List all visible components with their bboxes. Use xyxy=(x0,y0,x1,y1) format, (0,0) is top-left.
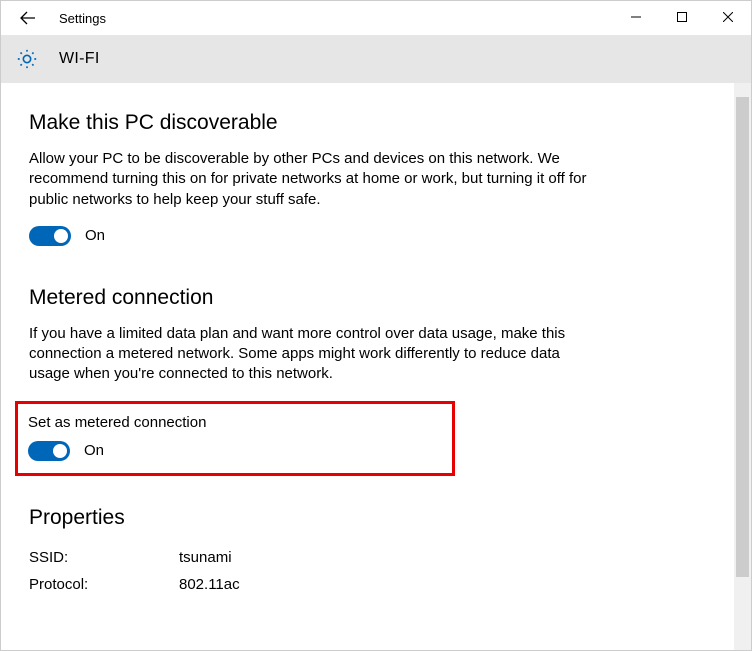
header-strip: WI-FI xyxy=(1,35,751,83)
content-area: Make this PC discoverable Allow your PC … xyxy=(1,83,751,650)
discoverable-heading: Make this PC discoverable xyxy=(29,111,591,135)
property-row-ssid: SSID: tsunami xyxy=(29,544,591,571)
window-title: Settings xyxy=(59,11,106,26)
metered-toggle[interactable] xyxy=(28,441,70,461)
scrollbar-track[interactable] xyxy=(734,83,751,650)
discoverable-toggle-label: On xyxy=(85,227,105,244)
close-icon xyxy=(723,12,733,22)
maximize-icon xyxy=(677,12,687,22)
properties-heading: Properties xyxy=(29,506,591,530)
metered-sublabel: Set as metered connection xyxy=(28,414,442,431)
back-arrow-icon xyxy=(20,10,36,26)
titlebar: Settings xyxy=(1,1,751,35)
discoverable-toggle-row: On xyxy=(29,226,591,246)
highlight-box: Set as metered connection On xyxy=(15,401,455,476)
metered-desc: If you have a limited data plan and want… xyxy=(29,324,591,385)
ssid-value: tsunami xyxy=(179,549,232,566)
window-controls xyxy=(613,1,751,33)
metered-toggle-label: On xyxy=(84,442,104,459)
close-button[interactable] xyxy=(705,1,751,33)
scrollbar-thumb[interactable] xyxy=(736,97,749,577)
property-row-protocol: Protocol: 802.11ac xyxy=(29,571,591,598)
maximize-button[interactable] xyxy=(659,1,705,33)
metered-toggle-row: On xyxy=(28,441,442,461)
protocol-value: 802.11ac xyxy=(179,576,240,593)
page-header-label: WI-FI xyxy=(59,50,100,68)
ssid-label: SSID: xyxy=(29,549,179,566)
gear-icon xyxy=(15,47,39,71)
discoverable-desc: Allow your PC to be discoverable by othe… xyxy=(29,149,591,210)
minimize-icon xyxy=(631,12,641,22)
back-button[interactable] xyxy=(13,3,43,33)
metered-heading: Metered connection xyxy=(29,286,591,310)
discoverable-toggle[interactable] xyxy=(29,226,71,246)
minimize-button[interactable] xyxy=(613,1,659,33)
protocol-label: Protocol: xyxy=(29,576,179,593)
